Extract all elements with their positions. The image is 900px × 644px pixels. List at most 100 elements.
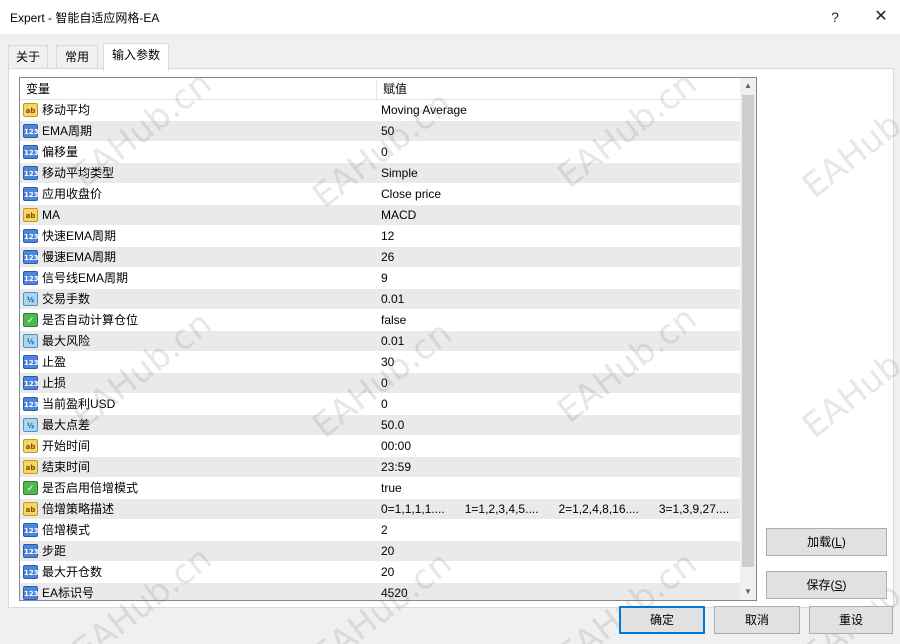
table-row[interactable]: ½ 交易手数 0.01 [20, 289, 740, 310]
param-name: 倍增模式 [42, 523, 91, 537]
param-name: 偏移量 [42, 145, 79, 159]
param-name: 倍增策略描述 [42, 502, 115, 516]
integer-type-icon: 123 [23, 397, 39, 411]
double-type-icon: ½ [23, 292, 38, 306]
table-row[interactable]: ✓ 是否自动计算仓位 false [20, 310, 740, 331]
table-row[interactable]: ab 结束时间 23:59 [20, 457, 740, 478]
table-row[interactable]: 123 止损 0 [20, 373, 740, 394]
table-row[interactable]: 123 慢速EMA周期 26 [20, 247, 740, 268]
param-name: 移动平均类型 [42, 166, 115, 180]
table-row[interactable]: 123 最大开仓数 20 [20, 562, 740, 583]
scroll-up-icon[interactable]: ▲ [740, 78, 756, 94]
table-row[interactable]: 123 倍增模式 2 [20, 520, 740, 541]
help-button[interactable]: ? [820, 4, 850, 30]
scroll-down-icon[interactable]: ▼ [740, 584, 756, 600]
table-header: 变量 赋值 [20, 78, 740, 100]
integer-type-icon: 123 [23, 145, 39, 159]
param-value[interactable]: 0.01 [381, 289, 404, 310]
cancel-button[interactable]: 取消 [714, 606, 800, 634]
param-name: 最大风险 [42, 334, 91, 348]
table-row[interactable]: ab MA MACD [20, 205, 740, 226]
param-value[interactable]: Close price [381, 184, 441, 205]
reset-button[interactable]: 重设 [809, 606, 893, 634]
table-row[interactable]: 123 快速EMA周期 12 [20, 226, 740, 247]
table-row[interactable]: 123 步距 20 [20, 541, 740, 562]
table-row[interactable]: ✓ 是否启用倍增模式 true [20, 478, 740, 499]
string-type-icon: ab [23, 439, 38, 453]
param-value[interactable]: 26 [381, 247, 394, 268]
param-value[interactable]: 4520 [381, 583, 408, 600]
param-value[interactable]: true [381, 478, 402, 499]
parameters-table[interactable]: 变量 赋值 ab 移动平均 Moving Average 123 EMA周期 50 123 偏… [19, 77, 757, 601]
scroll-thumb[interactable] [742, 95, 754, 567]
param-value[interactable]: MACD [381, 205, 416, 226]
param-name: 步距 [42, 544, 67, 558]
vertical-scrollbar[interactable]: ▲ ▼ [740, 78, 756, 600]
string-type-icon: ab [23, 208, 38, 222]
string-type-icon: ab [23, 502, 38, 516]
table-row[interactable]: ab 移动平均 Moving Average [20, 100, 740, 121]
param-value[interactable]: 9 [381, 268, 388, 289]
integer-type-icon: 123 [23, 250, 39, 264]
param-value[interactable]: 50.0 [381, 415, 404, 436]
table-row[interactable]: 123 信号线EMA周期 9 [20, 268, 740, 289]
load-button[interactable]: 加载(L) [766, 528, 887, 556]
param-value[interactable]: 50 [381, 121, 394, 142]
table-row[interactable]: 123 应用收盘价 Close price [20, 184, 740, 205]
param-name: 最大开仓数 [42, 565, 103, 579]
param-value[interactable]: 20 [381, 541, 394, 562]
param-name: 结束时间 [42, 460, 91, 474]
param-value[interactable]: 20 [381, 562, 394, 583]
param-value[interactable]: 0.01 [381, 331, 404, 352]
table-row[interactable]: ab 倍增策略描述 0=1,1,1,1.... 1=1,2,3,4,5.... 2=… [20, 499, 740, 520]
param-value[interactable]: 00:00 [381, 436, 411, 457]
tab-common[interactable]: 常用 [56, 45, 98, 69]
integer-type-icon: 123 [23, 166, 39, 180]
integer-type-icon: 123 [23, 355, 39, 369]
table-row[interactable]: 123 当前盈利USD 0 [20, 394, 740, 415]
param-value[interactable]: 0 [381, 394, 388, 415]
window-title: Expert - 智能自适应网格-EA [10, 11, 160, 25]
param-value[interactable]: Moving Average [381, 100, 467, 121]
tab-inputs[interactable]: 输入参数 [103, 43, 169, 71]
param-name: 信号线EMA周期 [42, 271, 129, 285]
param-value[interactable]: 0 [381, 373, 388, 394]
param-name: 移动平均 [42, 103, 91, 117]
integer-type-icon: 123 [23, 523, 39, 537]
integer-type-icon: 123 [23, 124, 39, 138]
param-name: 止盈 [42, 355, 67, 369]
param-name: 是否启用倍增模式 [42, 481, 139, 495]
param-value[interactable]: 2 [381, 520, 388, 541]
param-name: MA [42, 208, 60, 222]
table-row[interactable]: ½ 最大点差 50.0 [20, 415, 740, 436]
param-name: 最大点差 [42, 418, 91, 432]
integer-type-icon: 123 [23, 376, 39, 390]
param-value[interactable]: false [381, 310, 406, 331]
table-row[interactable]: 123 移动平均类型 Simple [20, 163, 740, 184]
save-button[interactable]: 保存(S) [766, 571, 887, 599]
table-row[interactable]: 123 EA标识号 4520 [20, 583, 740, 600]
table-row[interactable]: ½ 最大风险 0.01 [20, 331, 740, 352]
table-body: ab 移动平均 Moving Average 123 EMA周期 50 123 偏移量 0 123… [20, 100, 740, 600]
table-row[interactable]: 123 止盈 30 [20, 352, 740, 373]
tab-about[interactable]: 关于 [8, 45, 48, 69]
double-type-icon: ½ [23, 334, 38, 348]
table-row[interactable]: 123 偏移量 0 [20, 142, 740, 163]
param-name: 止损 [42, 376, 67, 390]
close-button[interactable]: ✕ [866, 4, 896, 30]
ok-button[interactable]: 确定 [619, 606, 705, 634]
param-name: 快速EMA周期 [42, 229, 117, 243]
param-name: EMA周期 [42, 124, 93, 138]
param-name: 交易手数 [42, 292, 91, 306]
param-value[interactable]: Simple [381, 163, 418, 184]
param-value[interactable]: 23:59 [381, 457, 411, 478]
param-value[interactable]: 12 [381, 226, 394, 247]
param-value[interactable]: 0=1,1,1,1.... 1=1,2,3,4,5.... 2=1,2,4,8,… [381, 499, 729, 520]
header-value[interactable]: 赋值 [377, 78, 740, 100]
string-type-icon: ab [23, 460, 38, 474]
param-value[interactable]: 0 [381, 142, 388, 163]
param-value[interactable]: 30 [381, 352, 394, 373]
table-row[interactable]: 123 EMA周期 50 [20, 121, 740, 142]
header-variable[interactable]: 变量 [20, 78, 376, 100]
table-row[interactable]: ab 开始时间 00:00 [20, 436, 740, 457]
